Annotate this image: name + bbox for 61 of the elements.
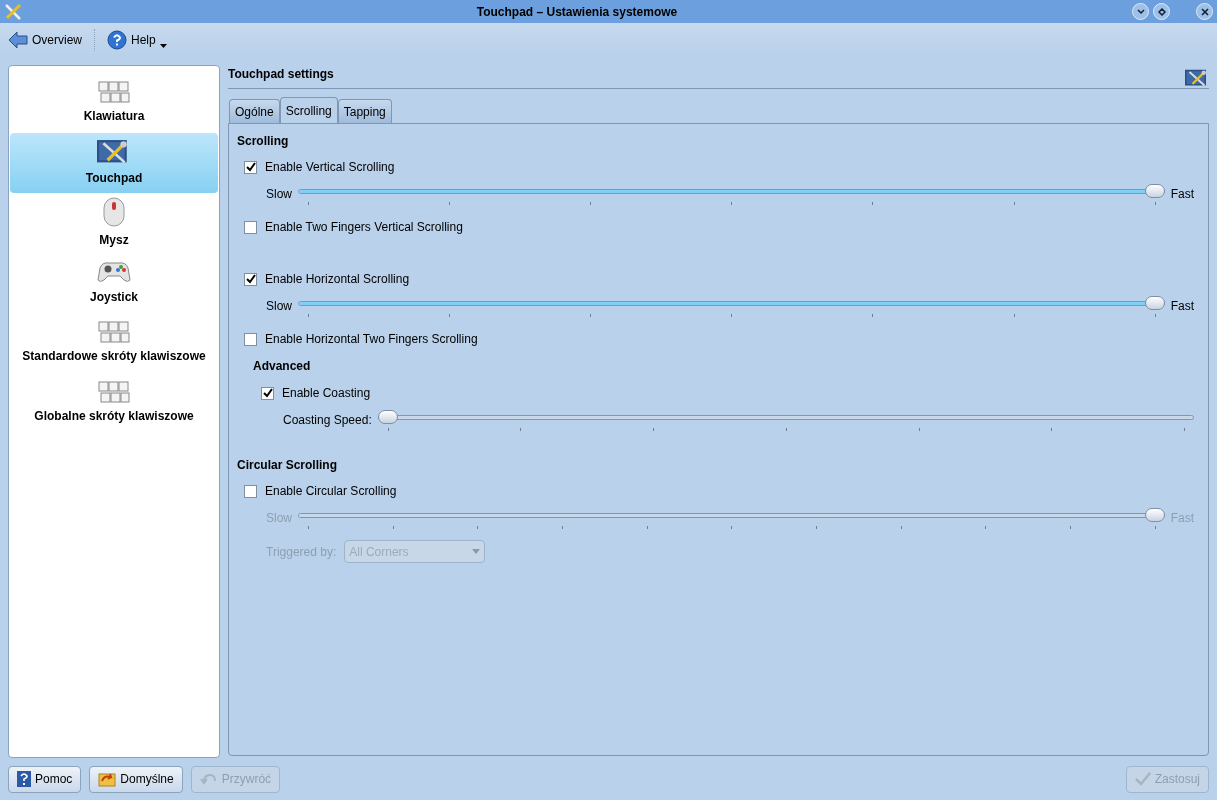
page-title: Touchpad settings	[228, 66, 334, 83]
back-arrow-icon	[8, 31, 28, 49]
keyboard-icon	[98, 381, 130, 403]
checkbox-label[interactable]: Enable Vertical Scrolling	[265, 158, 395, 176]
undo-folder-icon	[98, 771, 117, 787]
gamepad-icon	[97, 260, 131, 284]
checkbox[interactable]	[244, 160, 257, 174]
slider-handle[interactable]	[377, 410, 398, 424]
checkbox[interactable]	[244, 484, 257, 498]
group-heading: Advanced	[253, 358, 312, 375]
checkbox-label[interactable]: Enable Horizontal Scrolling	[265, 270, 410, 288]
checkbox[interactable]	[261, 386, 274, 400]
keyboard-icon	[98, 321, 130, 343]
overview-button[interactable]: Overview	[8, 31, 82, 49]
slider-handle[interactable]	[1144, 184, 1165, 198]
checkbox-label[interactable]: Enable Two Fingers Vertical Scrolling	[265, 218, 463, 236]
slider-min-label: Slow	[266, 510, 292, 527]
check-icon	[1134, 772, 1151, 786]
window-title: Touchpad – Ustawienia systemowe	[475, 3, 679, 21]
mouse-icon	[103, 197, 125, 227]
checkbox-label[interactable]: Enable Coasting	[282, 384, 371, 402]
caret-icon	[159, 44, 167, 48]
close-button[interactable]	[1196, 3, 1213, 20]
sidebar-item[interactable]: Mysz	[10, 193, 218, 253]
sidebar-item[interactable]: Touchpad	[10, 133, 218, 193]
sidebar-item[interactable]: Joystick	[10, 253, 218, 313]
checkbox[interactable]	[244, 220, 257, 234]
tab[interactable]: Ogólne	[229, 99, 280, 123]
section-heading: Circular Scrolling	[237, 457, 339, 474]
sidebar-item[interactable]: Globalne skróty klawiszowe	[10, 373, 218, 433]
dialog-button[interactable]: Pomoc	[8, 765, 82, 793]
slider-max-label: Fast	[1170, 510, 1194, 527]
keyboard-icon	[98, 81, 130, 103]
close-icon	[1200, 7, 1209, 16]
help-book-icon	[17, 771, 31, 787]
caret-icon	[472, 549, 481, 554]
slider-min-label: Slow	[266, 186, 292, 203]
sidebar-item[interactable]: Klawiatura	[10, 73, 218, 133]
slider-min-label: Coasting Speed:	[283, 412, 372, 429]
dialog-button[interactable]: Domyślne	[89, 765, 183, 793]
minimize-button[interactable]	[1132, 3, 1149, 20]
tab[interactable]: Scrolling	[279, 97, 338, 123]
tab[interactable]: Tapping	[337, 99, 392, 123]
slider-max-label: Fast	[1170, 186, 1194, 203]
checkbox-label[interactable]: Enable Horizontal Two Fingers Scrolling	[265, 330, 478, 348]
diamond-icon	[1157, 7, 1166, 16]
touchpad-tools-icon	[1185, 69, 1209, 87]
help-icon	[107, 30, 127, 50]
slider-min-label: Slow	[266, 298, 292, 315]
slider-max-label: Fast	[1170, 298, 1194, 315]
checkbox[interactable]	[244, 332, 257, 346]
tools-icon	[4, 2, 22, 21]
checkbox[interactable]	[244, 272, 257, 286]
help-button[interactable]: Help	[107, 30, 167, 50]
section-heading: Scrolling	[237, 133, 290, 150]
undo-icon	[199, 772, 218, 786]
checkbox-label[interactable]: Enable Circular Scrolling	[265, 482, 397, 500]
slider-handle[interactable]	[1144, 296, 1165, 310]
maximize-button[interactable]	[1153, 3, 1170, 20]
sidebar-item[interactable]: Standardowe skróty klawiszowe	[10, 313, 218, 373]
chevron-down-icon	[1136, 8, 1145, 15]
